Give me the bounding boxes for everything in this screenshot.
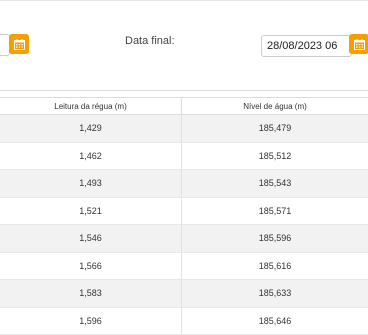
date-filter-row: Data final: 28/08/2023 06 — [0, 0, 368, 90]
water-level-cell: 185,571 — [182, 197, 368, 225]
table-row: 1,566 185,616 — [0, 252, 368, 280]
table-row: 1,546 185,596 — [0, 225, 368, 253]
water-level-cell: 185,646 — [182, 307, 368, 335]
table-row: 1,596 185,646 — [0, 307, 368, 335]
start-date-calendar-button[interactable] — [9, 34, 29, 54]
table-row: 1,583 185,633 — [0, 280, 368, 308]
water-level-cell: 185,543 — [182, 170, 368, 198]
calendar-icon — [354, 39, 365, 50]
readings-table: Leitura da régua (m) Nível de água (m) 1… — [0, 97, 368, 335]
ruler-reading-cell: 1,493 — [0, 170, 182, 198]
table-row: 1,462 185,512 — [0, 142, 368, 170]
water-level-cell: 185,596 — [182, 225, 368, 253]
ruler-reading-cell: 1,566 — [0, 252, 182, 280]
ruler-reading-cell: 1,521 — [0, 197, 182, 225]
table-row: 1,429 185,479 — [0, 115, 368, 143]
column-header-water-level[interactable]: Nível de água (m) — [182, 98, 368, 115]
column-header-ruler-reading[interactable]: Leitura da régua (m) — [0, 98, 182, 115]
table-row: 1,493 185,543 — [0, 170, 368, 198]
table-header-row: Leitura da régua (m) Nível de água (m) — [0, 98, 368, 115]
calendar-icon — [14, 39, 25, 50]
water-level-cell: 185,616 — [182, 252, 368, 280]
table-row: 1,521 185,571 — [0, 197, 368, 225]
water-level-cell: 185,633 — [182, 280, 368, 308]
ruler-reading-cell: 1,462 — [0, 142, 182, 170]
ruler-reading-cell: 1,583 — [0, 280, 182, 308]
ruler-reading-cell: 1,596 — [0, 307, 182, 335]
end-date-calendar-button[interactable] — [349, 34, 368, 54]
ruler-reading-cell: 1,546 — [0, 225, 182, 253]
section-divider — [0, 90, 368, 91]
end-date-label: Data final: — [125, 35, 175, 47]
water-level-cell: 185,512 — [182, 142, 368, 170]
water-level-cell: 185,479 — [182, 115, 368, 143]
end-date-input[interactable]: 28/08/2023 06 — [261, 35, 352, 57]
ruler-reading-cell: 1,429 — [0, 115, 182, 143]
